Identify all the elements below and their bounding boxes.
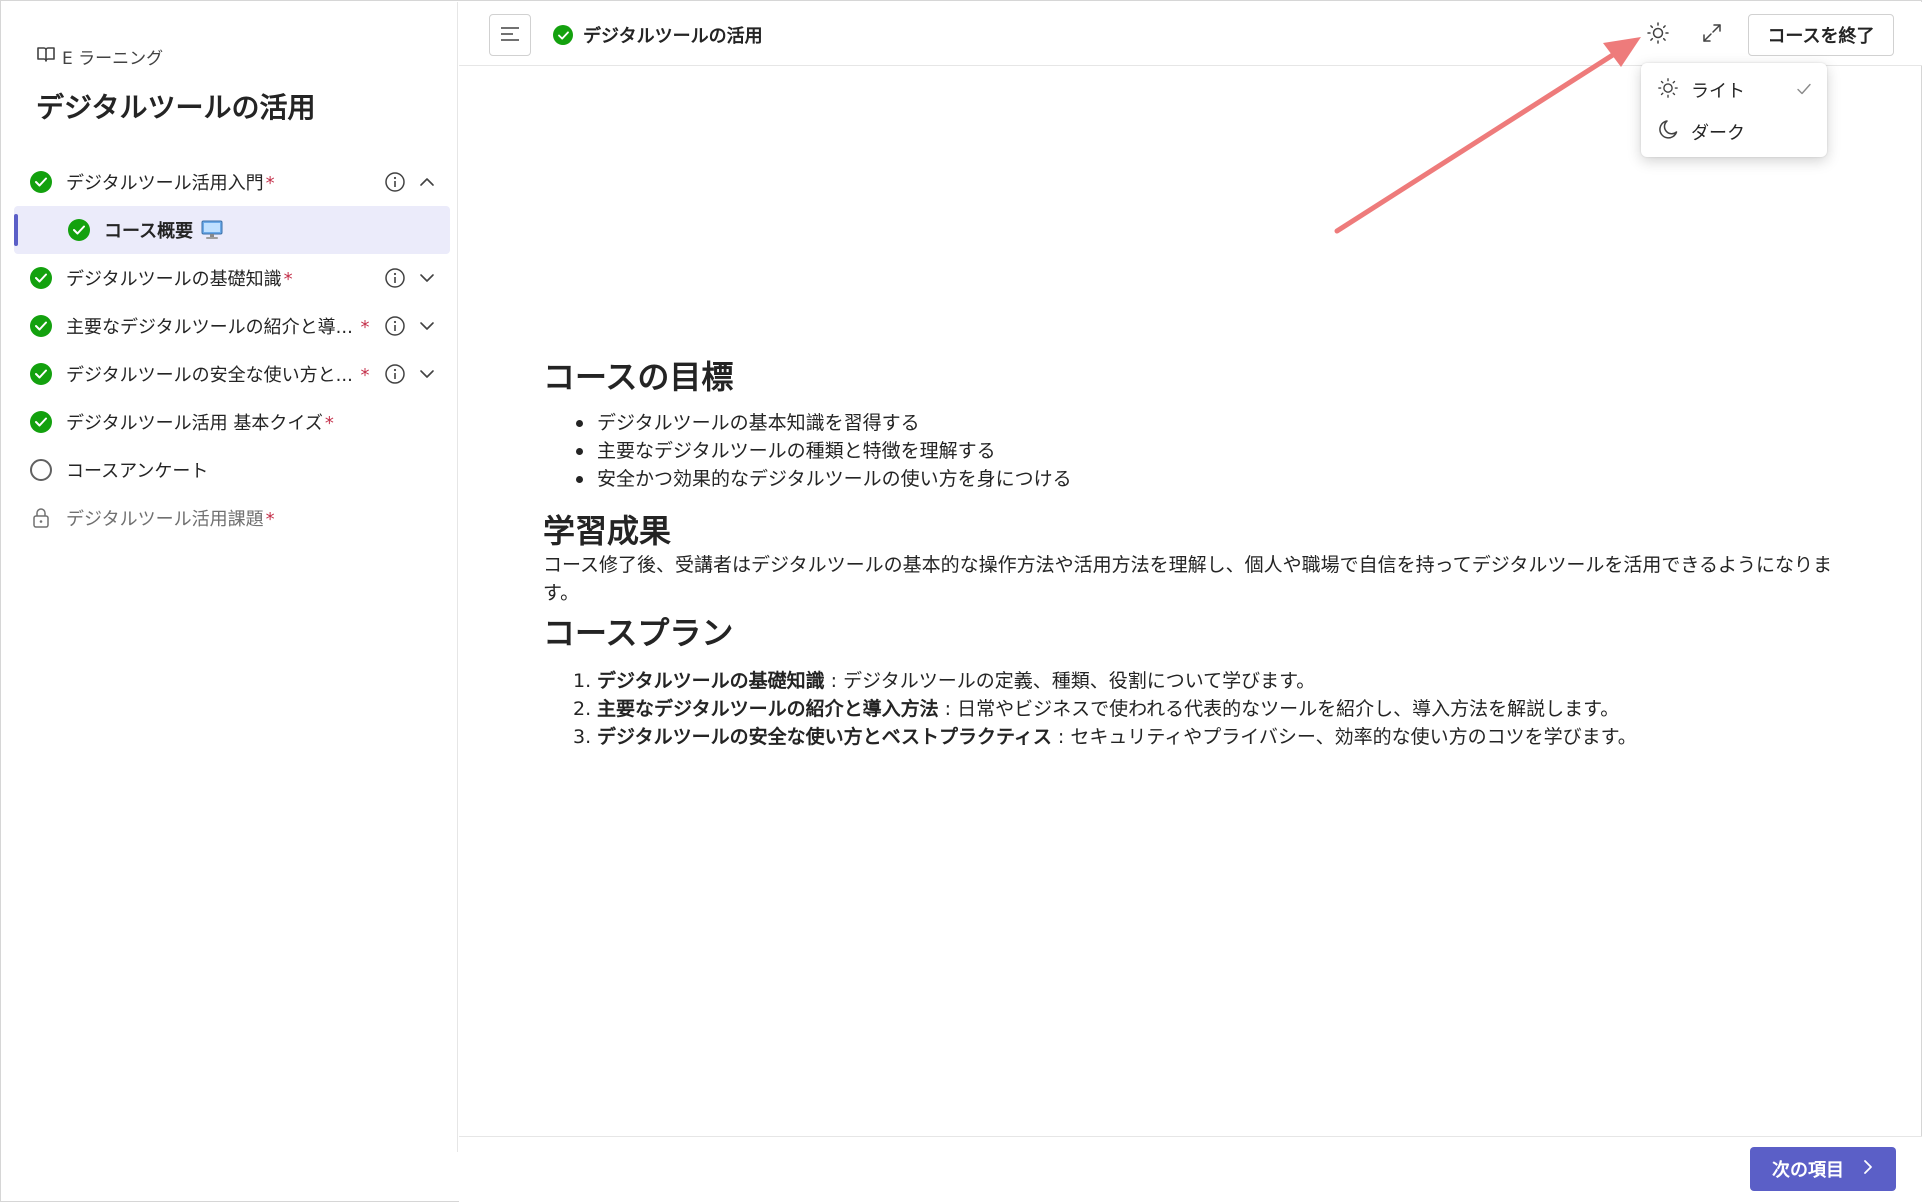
list-item: 1. デジタルツールの基礎知識 : デジタルツールの定義、種類、役割について学びま…	[543, 667, 1843, 695]
required-marker: *	[354, 317, 370, 338]
plan-list: 1. デジタルツールの基礎知識 : デジタルツールの定義、種類、役割について学びま…	[543, 667, 1843, 751]
nav-item-label: デジタルツールの安全な使い方と...	[66, 365, 353, 386]
list-item: デジタルツールの基本知識を習得する	[543, 409, 1843, 437]
list-item: 3. デジタルツールの安全な使い方とベストプラクティス : セキュリティやプライ…	[543, 723, 1843, 751]
info-icon[interactable]	[384, 267, 406, 294]
theme-option-label: ライト	[1691, 81, 1745, 102]
nav-item-label: デジタルツール活用入門	[66, 173, 264, 194]
plan-title: デジタルツールの基礎知識	[597, 670, 825, 692]
lock-icon	[30, 507, 52, 529]
required-marker: *	[265, 509, 275, 530]
chevron-up-icon[interactable]	[418, 173, 436, 196]
chevron-down-icon[interactable]	[418, 269, 436, 292]
finish-course-button[interactable]: コースを終了	[1748, 14, 1894, 56]
nav-item-label: デジタルツール活用 基本クイズ	[66, 413, 323, 434]
monitor-icon	[201, 220, 223, 240]
plan-desc: : セキュリティやプライバシー、効率的な使い方のコツを学びます。	[1051, 726, 1637, 748]
required-marker: *	[354, 365, 370, 386]
chevron-down-icon[interactable]	[418, 317, 436, 340]
theme-toggle-button[interactable]	[1639, 16, 1677, 54]
nav-item-safe-usage[interactable]: デジタルツールの安全な使い方と... *	[14, 350, 450, 398]
app-window: E ラーニング デジタルツールの活用 デジタルツール活用入門 * コース概要 デ…	[0, 0, 1922, 1202]
theme-menu: ライト ダーク	[1641, 63, 1827, 157]
course-nav: デジタルツール活用入門 * コース概要 デジタルツールの基礎知識 * 主要なデジ…	[14, 158, 450, 542]
brand-label: E ラーニング	[62, 49, 164, 69]
nav-item-major-tools[interactable]: 主要なデジタルツールの紹介と導... *	[14, 302, 450, 350]
list-item: 2. 主要なデジタルツールの紹介と導入方法 : 日常やビジネスで使われる代表的なツ…	[543, 695, 1843, 723]
footer: 次の項目	[459, 1136, 1922, 1202]
next-item-button[interactable]: 次の項目	[1750, 1147, 1896, 1191]
list-number: 3.	[573, 726, 592, 748]
complete-check-icon	[30, 315, 52, 337]
nav-item-label: コースアンケート	[66, 461, 209, 482]
goals-heading: コースの目標	[543, 358, 734, 396]
info-icon[interactable]	[384, 171, 406, 198]
complete-check-icon	[68, 219, 90, 241]
outcome-text: コース修了後、受講者はデジタルツールの基本的な操作方法や活用方法を理解し、個人や…	[543, 554, 1832, 604]
chevron-right-icon	[1862, 1158, 1874, 1181]
sidebar-toggle-button[interactable]	[489, 14, 531, 56]
required-marker: *	[324, 413, 334, 434]
course-title: デジタルツールの活用	[36, 91, 316, 124]
nav-item-intro[interactable]: デジタルツール活用入門 *	[14, 158, 450, 206]
complete-check-icon	[30, 363, 52, 385]
sun-icon	[1646, 21, 1670, 49]
plan-heading: コースプラン	[543, 614, 734, 652]
nav-item-label: 主要なデジタルツールの紹介と導...	[66, 317, 353, 338]
brand: E ラーニング	[36, 44, 163, 69]
required-marker: *	[283, 269, 293, 290]
plan-desc: : 日常やビジネスで使われる代表的なツールを紹介し、導入方法を解説します。	[938, 698, 1620, 720]
list-item: 安全かつ効果的なデジタルツールの使い方を身につける	[543, 465, 1843, 493]
nav-item-quiz[interactable]: デジタルツール活用 基本クイズ *	[14, 398, 450, 446]
theme-option-dark[interactable]: ダーク	[1641, 111, 1827, 153]
complete-check-icon	[30, 411, 52, 433]
checkmark-icon	[1795, 80, 1813, 103]
fullscreen-button[interactable]	[1693, 16, 1731, 54]
nav-item-label: デジタルツール活用課題	[66, 509, 264, 530]
required-marker: *	[265, 173, 275, 194]
theme-option-label: ダーク	[1691, 123, 1745, 144]
sun-icon	[1657, 77, 1679, 104]
book-open-icon	[36, 45, 56, 68]
nav-item-assignment[interactable]: デジタルツール活用課題 *	[14, 494, 450, 542]
complete-check-icon	[553, 25, 573, 45]
list-number: 1.	[573, 670, 592, 692]
info-icon[interactable]	[384, 363, 406, 390]
plan-title: 主要なデジタルツールの紹介と導入方法	[597, 698, 939, 720]
sidebar: E ラーニング デジタルツールの活用 デジタルツール活用入門 * コース概要 デ…	[2, 2, 458, 1152]
chevron-down-icon[interactable]	[418, 365, 436, 388]
nav-item-label: デジタルツールの基礎知識	[66, 269, 282, 290]
plan-desc: : デジタルツールの定義、種類、役割について学びます。	[824, 670, 1316, 692]
nav-item-label: コース概要	[104, 221, 194, 242]
theme-option-light[interactable]: ライト	[1641, 69, 1827, 111]
list-number: 2.	[573, 698, 592, 720]
info-icon[interactable]	[384, 315, 406, 342]
topbar: デジタルツールの活用 コースを終了	[459, 2, 1922, 66]
next-item-label: 次の項目	[1772, 1160, 1844, 1181]
breadcrumb: デジタルツールの活用	[553, 22, 763, 48]
complete-check-icon	[30, 267, 52, 289]
nav-item-survey[interactable]: コースアンケート	[14, 446, 450, 494]
moon-icon	[1657, 119, 1679, 146]
complete-check-icon	[30, 171, 52, 193]
nav-subitem-course-overview[interactable]: コース概要	[14, 206, 450, 254]
incomplete-circle-icon	[30, 459, 52, 481]
text-align-icon	[499, 25, 521, 46]
plan-title: デジタルツールの安全な使い方とベストプラクティス	[597, 726, 1052, 748]
outcome-heading: 学習成果	[543, 512, 672, 550]
expand-icon	[1701, 22, 1723, 48]
lesson-content: コースの目標 デジタルツールの基本知識を習得する 主要なデジタルツールの種類と特…	[543, 357, 1843, 751]
goals-list: デジタルツールの基本知識を習得する 主要なデジタルツールの種類と特徴を理解する …	[543, 409, 1843, 493]
breadcrumb-title: デジタルツールの活用	[583, 26, 763, 47]
list-item: 主要なデジタルツールの種類と特徴を理解する	[543, 437, 1843, 465]
nav-item-basics[interactable]: デジタルツールの基礎知識 *	[14, 254, 450, 302]
